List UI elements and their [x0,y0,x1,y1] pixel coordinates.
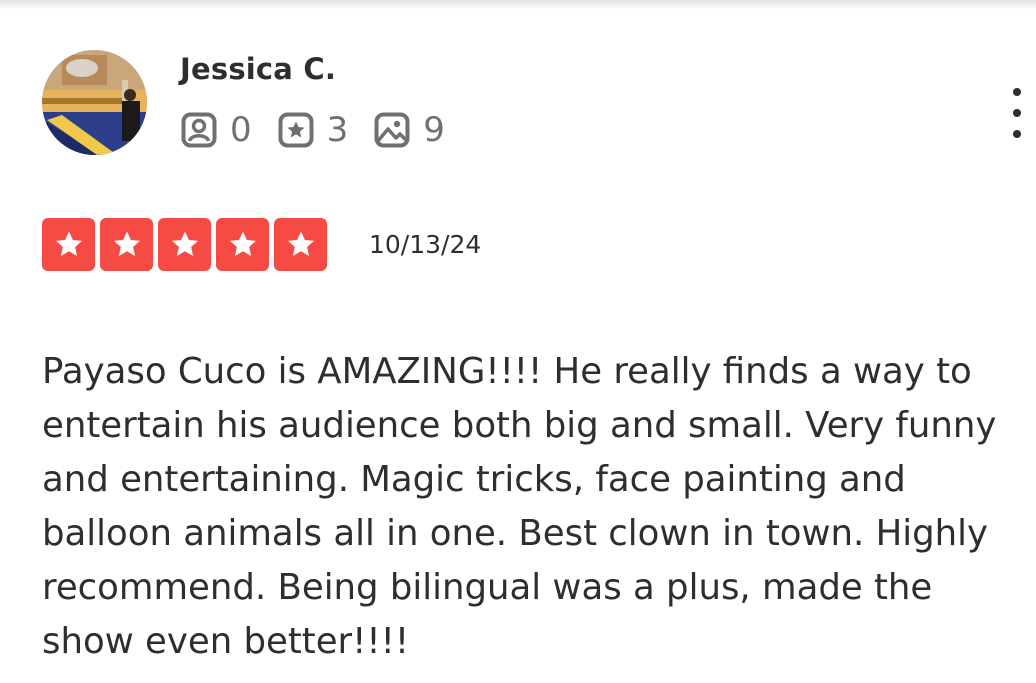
review-text: Payaso Cuco is AMAZING!!!! He really fin… [42,351,997,662]
star-icon [55,231,82,256]
star-icon [171,231,198,256]
user-stats: 0 3 9 [181,110,471,150]
star-4 [216,218,269,271]
user-name[interactable]: Jessica C. [180,52,336,86]
star-icon [229,231,256,256]
photos-count: 9 [423,110,445,150]
review-date: 10/13/24 [369,230,482,259]
reviews-count: 3 [326,110,349,150]
star-icon [113,231,140,256]
more-vertical-icon-dot [1013,109,1021,117]
more-vertical-icon [1013,88,1021,96]
photos-icon [374,112,410,148]
friends-stat: 0 [181,110,252,150]
reviews-star-icon [278,112,314,148]
more-options-button[interactable] [1000,88,1034,138]
star-rating [42,218,332,271]
star-3 [158,218,211,271]
more-vertical-icon-dot [1013,130,1021,138]
friends-icon [181,112,217,148]
avatar[interactable] [42,50,147,155]
friends-count: 0 [230,110,252,150]
star-1 [42,218,95,271]
top-divider [0,0,1036,10]
star-icon [287,231,314,256]
reviews-stat: 3 [278,110,349,150]
star-2 [100,218,153,271]
photos-stat: 9 [374,110,445,150]
star-5 [274,218,327,271]
